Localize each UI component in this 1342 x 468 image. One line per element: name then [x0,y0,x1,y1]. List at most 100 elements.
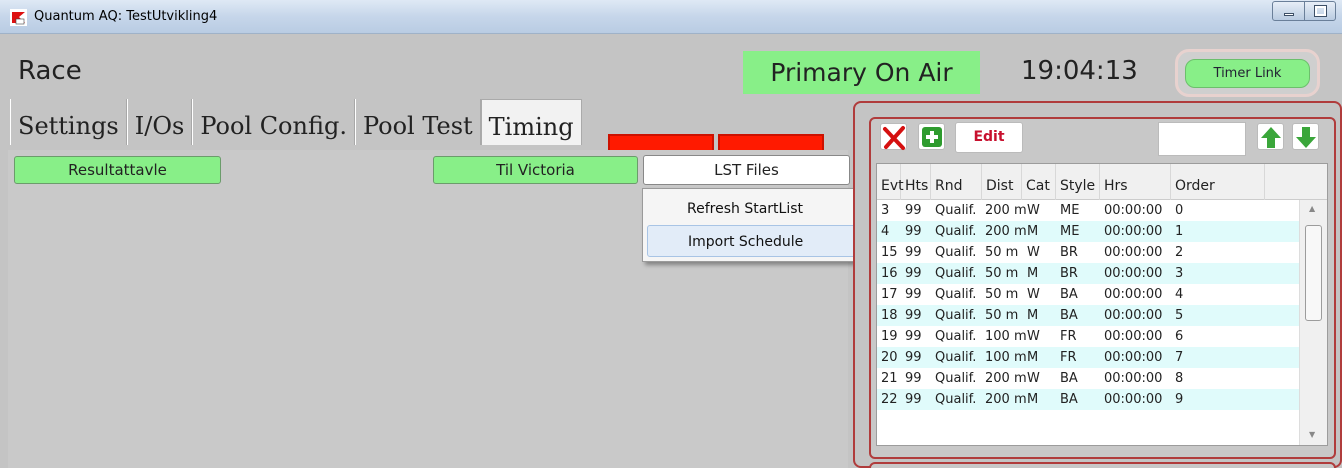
tab-pool-test[interactable]: Pool Test [354,99,481,145]
cell-hts: 99 [905,287,922,302]
col-header-style[interactable]: Style [1056,164,1100,200]
table-row[interactable]: 16 99 Qualif. 50 m M BR 00:00:00 3 [877,263,1299,284]
col-header-dist[interactable]: Dist [982,164,1022,200]
cell-rnd: Qualif. [935,203,977,218]
add-button[interactable] [918,123,945,150]
timer-link-button[interactable]: Timer Link [1185,59,1310,88]
clock-display: 19:04:13 [1021,56,1138,86]
edit-button[interactable]: Edit [955,122,1023,153]
cell-style: ME [1060,203,1080,218]
delete-button[interactable] [880,123,907,150]
minimize-button[interactable] [1273,2,1305,20]
scroll-up-icon[interactable]: ▲ [1309,204,1315,213]
cell-evt: 21 [881,371,898,386]
table-row[interactable]: 3 99 Qualif. 200 m W ME 00:00:00 0 [877,200,1299,221]
table-row[interactable]: 22 99 Qualif. 200 m M BA 00:00:00 9 [877,389,1299,410]
cell-cat: M [1027,308,1039,323]
cell-dist: 200 m [985,392,1027,407]
cell-style: BR [1060,245,1078,260]
grid-header: Evt Hts Rnd Dist Cat Style Hrs Order [877,164,1327,200]
cell-dist: 200 m [985,371,1027,386]
cell-evt: 19 [881,329,898,344]
cell-rnd: Qualif. [935,224,977,239]
cell-rnd: Qualif. [935,350,977,365]
cell-order: 9 [1175,392,1184,407]
cell-cat: M [1027,266,1039,281]
col-header-evt[interactable]: Evt [877,164,904,200]
cell-evt: 4 [881,224,890,239]
cell-rnd: Qualif. [935,392,977,407]
table-row[interactable]: 18 99 Qualif. 50 m M BA 00:00:00 5 [877,305,1299,326]
cell-dist: 100 m [985,329,1027,344]
cell-style: BR [1060,266,1078,281]
tab-ios[interactable]: I/Os [126,99,193,145]
cell-hts: 99 [905,224,922,239]
page-title: Race [18,56,82,86]
status-badge: Primary On Air [743,51,980,94]
table-row[interactable]: 19 99 Qualif. 100 m W FR 00:00:00 6 [877,326,1299,347]
cell-hrs: 00:00:00 [1104,308,1163,323]
resultattavle-button[interactable]: Resultattavle [14,156,221,184]
cell-hts: 99 [905,329,922,344]
cell-hts: 99 [905,371,922,386]
cell-hrs: 00:00:00 [1104,245,1163,260]
col-header-order[interactable]: Order [1171,164,1265,200]
cell-dist: 50 m [985,287,1019,302]
cell-style: ME [1060,224,1080,239]
cell-dist: 100 m [985,350,1027,365]
grid-scrollbar[interactable]: ▲ ▼ [1299,200,1327,445]
cell-rnd: Qualif. [935,245,977,260]
cell-order: 8 [1175,371,1184,386]
maximize-button[interactable] [1305,2,1336,20]
cell-cat: W [1027,245,1040,260]
tab-pool-config[interactable]: Pool Config. [192,99,355,145]
cell-hts: 99 [905,350,922,365]
table-row[interactable]: 4 99 Qualif. 200 m M ME 00:00:00 1 [877,221,1299,242]
cell-cat: W [1027,287,1040,302]
cell-style: BA [1060,308,1078,323]
cell-dist: 200 m [985,224,1027,239]
cell-hrs: 00:00:00 [1104,329,1163,344]
cell-style: BA [1060,392,1078,407]
tab-settings[interactable]: Settings [10,99,127,145]
table-row[interactable]: 15 99 Qualif. 50 m W BR 00:00:00 2 [877,242,1299,263]
minimize-icon [1284,13,1294,16]
timer-link-frame: Timer Link [1175,49,1320,97]
cell-order: 6 [1175,329,1184,344]
title-bar: Quantum AQ: TestUtvikling4 [0,0,1342,34]
cell-hrs: 00:00:00 [1104,203,1163,218]
search-input[interactable] [1158,122,1246,156]
col-header-hrs[interactable]: Hrs [1100,164,1171,200]
cell-rnd: Qualif. [935,308,977,323]
scroll-thumb[interactable] [1305,225,1322,321]
col-header-cat[interactable]: Cat [1022,164,1056,200]
cell-hts: 99 [905,308,922,323]
til-victoria-button[interactable]: Til Victoria [433,156,638,184]
col-header-rnd[interactable]: Rnd [931,164,982,200]
window-title: Quantum AQ: TestUtvikling4 [34,9,218,24]
col-header-hts[interactable]: Hts [901,164,931,200]
cell-cat: M [1027,224,1039,239]
cell-hts: 99 [905,392,922,407]
table-row[interactable]: 21 99 Qualif. 200 m W BA 00:00:00 8 [877,368,1299,389]
green-plus-icon [922,127,942,147]
cell-order: 3 [1175,266,1184,281]
cell-style: FR [1060,329,1077,344]
cell-evt: 15 [881,245,898,260]
cell-dist: 50 m [985,245,1019,260]
cell-style: BA [1060,371,1078,386]
lst-files-button[interactable]: LST Files [643,155,850,185]
table-row[interactable]: 20 99 Qualif. 100 m M FR 00:00:00 7 [877,347,1299,368]
scroll-down-icon[interactable]: ▼ [1309,430,1315,439]
cell-rnd: Qualif. [935,371,977,386]
tab-strip: Settings I/Os Pool Config. Pool Test Tim… [10,99,582,145]
tab-timing[interactable]: Timing [480,99,582,145]
schedule-grid[interactable]: Evt Hts Rnd Dist Cat Style Hrs Order 3 99… [876,163,1328,446]
cell-order: 4 [1175,287,1184,302]
cell-order: 0 [1175,203,1184,218]
green-up-arrow-icon [1261,127,1281,148]
cell-hrs: 00:00:00 [1104,287,1163,302]
move-down-button[interactable] [1292,123,1319,150]
table-row[interactable]: 17 99 Qualif. 50 m W BA 00:00:00 4 [877,284,1299,305]
move-up-button[interactable] [1257,123,1284,150]
